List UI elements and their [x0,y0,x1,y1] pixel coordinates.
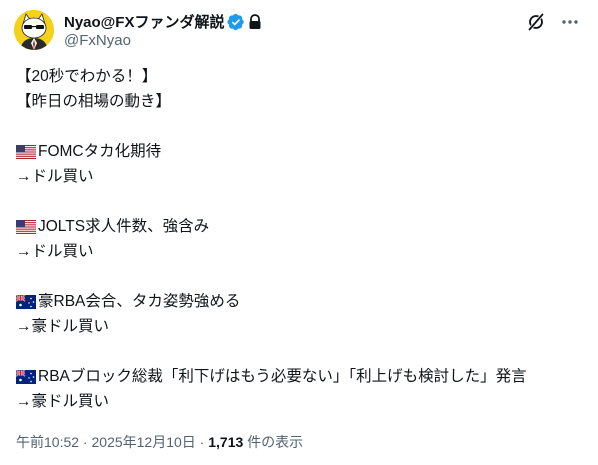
post-line: →豪ドル買い [16,389,586,414]
verified-badge-icon [227,13,245,31]
post-line-text: →ドル買い [16,243,94,260]
post-line-text: JOLTS求人件数、強含み [38,218,210,235]
post-line-text: →ドル買い [16,168,94,185]
post-line-text: 【20秒でわかる！】 [16,68,158,85]
post-line [16,189,586,214]
lock-icon [248,13,262,30]
meta-separator: · [195,434,209,450]
au-flag-icon [16,294,36,309]
post-line: →ドル買い [16,164,586,189]
post-line: →豪ドル買い [16,314,586,339]
post-line: 豪RBA会合、タカ姿勢強める [16,289,586,314]
meta-separator: · [79,434,92,450]
more-icon[interactable] [560,12,580,32]
post-text: 【20秒でわかる！】 【昨日の相場の動き】 FOMCタカ化期待 →ドル買い JOLTS求… [16,64,586,414]
us-flag-icon [16,219,36,234]
post-line-text: RBAブロック総裁「利下げはもう必要ない」「利上げも検討した」発言 [38,368,527,385]
post-line [16,114,586,139]
author-handle[interactable]: @FxNyao [64,32,131,49]
author-name-row: Nyao@FXファンダ解説 [64,11,262,32]
grok-icon[interactable] [526,12,546,32]
avatar[interactable] [14,10,54,50]
post-time[interactable]: 午前10:52 [16,434,79,450]
post-line [16,264,586,289]
post-meta: 午前10:52 · 2025年12月10日 · 1,713 件の表示 [16,432,303,452]
post-line: RBAブロック総裁「利下げはもう必要ない」「利上げも検討した」発言 [16,364,586,389]
post-line: JOLTS求人件数、強含み [16,214,586,239]
post-line-text: →豪ドル買い [16,318,110,335]
views-count: 1,713 [208,434,244,450]
top-actions [526,12,580,32]
post-line: 【昨日の相場の動き】 [16,89,586,114]
post-line-text: FOMCタカ化期待 [38,143,162,160]
post-line [16,339,586,364]
post-line-text: →豪ドル買い [16,393,110,410]
post-line: 【20秒でわかる！】 [16,64,586,89]
post-line-text: 豪RBA会合、タカ姿勢強める [38,293,241,310]
post-line: →ドル買い [16,239,586,264]
au-flag-icon [16,369,36,384]
tweet: Nyao@FXファンダ解説 @FxNyao 【20秒でわかる！】 【昨日の相場の… [0,0,598,465]
us-flag-icon [16,144,36,159]
post-line: FOMCタカ化期待 [16,139,586,164]
post-date[interactable]: 2025年12月10日 [92,434,196,450]
post-line-text: 【昨日の相場の動き】 [16,93,172,110]
views-label: 件の表示 [243,434,304,450]
author-display-name[interactable]: Nyao@FXファンダ解説 [64,11,224,32]
